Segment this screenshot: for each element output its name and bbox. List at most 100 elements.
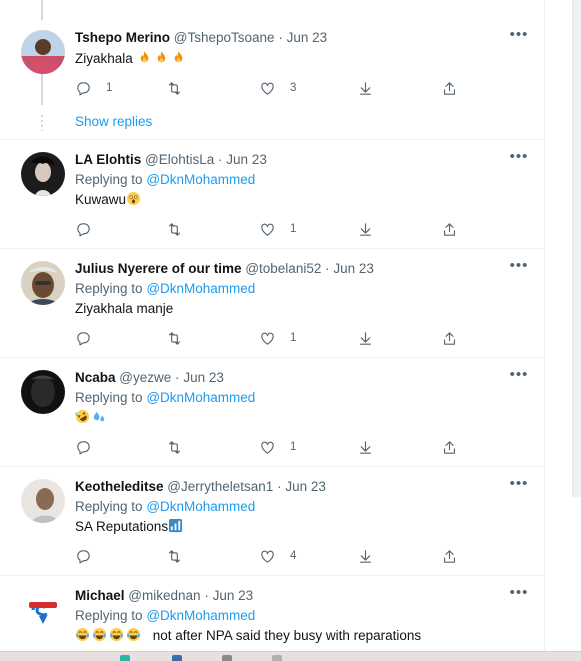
retweet-icon xyxy=(168,222,181,236)
display-name[interactable]: LA Elohtis xyxy=(75,152,141,167)
replying-to-handle[interactable]: @DknMohammed xyxy=(146,499,255,514)
tweet[interactable]: Ncaba @yezwe · Jun 23 ••• Replying to @D… xyxy=(0,358,544,467)
tweet-text: Ziyakhala manje xyxy=(75,299,173,319)
retweet-icon xyxy=(168,549,181,563)
more-options-icon[interactable]: ••• xyxy=(509,585,529,606)
share-icon xyxy=(443,331,456,345)
like-button[interactable]: 3 xyxy=(259,78,296,98)
avatar[interactable] xyxy=(21,30,65,74)
app-icon[interactable] xyxy=(272,655,282,661)
avatar[interactable] xyxy=(21,370,65,414)
avatar[interactable] xyxy=(21,588,65,632)
separator: · xyxy=(278,30,283,45)
tweet-date[interactable]: Jun 23 xyxy=(226,152,267,167)
reply-icon xyxy=(77,440,90,454)
display-name[interactable]: Keotheleditse xyxy=(75,479,164,494)
retweet-button[interactable] xyxy=(166,78,197,98)
download-icon xyxy=(359,222,372,236)
tweet[interactable]: Julius Nyerere of our time @tobelani52 ·… xyxy=(0,249,544,358)
app-icon[interactable] xyxy=(120,655,130,661)
tweet[interactable]: Keotheleditse @Jerrytheletsan1 · Jun 23 … xyxy=(0,467,544,576)
separator: · xyxy=(175,370,180,385)
display-name[interactable]: Tshepo Merino xyxy=(75,30,170,45)
tweet-header: Michael @mikednan · Jun 23 xyxy=(75,586,525,606)
app-icon[interactable] xyxy=(222,655,232,661)
tweet-text: Kuwawu xyxy=(75,190,143,210)
fire-emoji xyxy=(137,50,154,66)
replying-to-label: Replying to xyxy=(75,390,143,405)
tweet-date[interactable]: Jun 23 xyxy=(183,370,224,385)
replying-to-handle[interactable]: @DknMohammed xyxy=(146,608,255,623)
tweet-date[interactable]: Jun 23 xyxy=(213,588,254,603)
retweet-button[interactable] xyxy=(166,546,197,566)
avatar[interactable] xyxy=(21,261,65,305)
user-handle[interactable]: @Jerrytheletsan1 xyxy=(167,479,273,494)
reply-button[interactable] xyxy=(75,219,106,239)
reply-button[interactable]: 1 xyxy=(75,78,112,98)
show-replies-link[interactable]: Show replies xyxy=(75,114,152,129)
tweet-date[interactable]: Jun 23 xyxy=(333,261,374,276)
display-name[interactable]: Ncaba xyxy=(75,370,116,385)
retweet-button[interactable] xyxy=(166,328,197,348)
share-button[interactable] xyxy=(441,219,458,239)
share-button[interactable] xyxy=(441,78,458,98)
download-button[interactable] xyxy=(357,328,374,348)
user-handle[interactable]: @TshepoTsoane xyxy=(174,30,275,45)
download-button[interactable] xyxy=(357,546,374,566)
tweet-date[interactable]: Jun 23 xyxy=(287,30,328,45)
download-icon xyxy=(359,440,372,454)
more-options-icon[interactable]: ••• xyxy=(509,258,529,279)
like-button[interactable]: 4 xyxy=(259,546,296,566)
share-button[interactable] xyxy=(441,437,458,457)
more-options-icon[interactable]: ••• xyxy=(509,367,529,388)
more-options-icon[interactable]: ••• xyxy=(509,476,529,497)
avatar[interactable] xyxy=(21,152,65,196)
tweet-text-content: not after NPA said they busy with repara… xyxy=(152,628,422,643)
scrollbar[interactable] xyxy=(572,0,581,497)
tweet-date[interactable]: Jun 23 xyxy=(285,479,326,494)
fire-emoji xyxy=(154,50,171,66)
display-name[interactable]: Julius Nyerere of our time xyxy=(75,261,242,276)
tweet[interactable]: Tshepo Merino @TshepoTsoane · Jun 23 •••… xyxy=(0,20,544,107)
user-handle[interactable]: @tobelani52 xyxy=(245,261,321,276)
user-handle[interactable]: @mikednan xyxy=(128,588,200,603)
avatar[interactable] xyxy=(21,479,65,523)
more-options-icon[interactable]: ••• xyxy=(509,149,529,170)
like-icon xyxy=(261,441,274,454)
reply-button[interactable] xyxy=(75,328,106,348)
like-button[interactable]: 1 xyxy=(259,328,296,348)
like-icon xyxy=(261,550,274,563)
tweet-actions: 1 xyxy=(75,437,475,457)
reply-button[interactable] xyxy=(75,546,106,566)
reply-count: 1 xyxy=(106,82,113,94)
user-handle[interactable]: @yezwe xyxy=(119,370,171,385)
share-button[interactable] xyxy=(441,328,458,348)
user-handle[interactable]: @ElohtisLa xyxy=(145,152,214,167)
replying-to: Replying to @DknMohammed xyxy=(75,606,255,626)
chart-increasing-emoji xyxy=(168,518,185,534)
display-name[interactable]: Michael xyxy=(75,588,125,603)
conversation-timeline: Tshepo Merino @TshepoTsoane · Jun 23 •••… xyxy=(0,0,545,661)
like-count: 4 xyxy=(290,550,297,562)
replying-to-handle[interactable]: @DknMohammed xyxy=(146,172,255,187)
tweet[interactable]: LA Elohtis @ElohtisLa · Jun 23 ••• Reply… xyxy=(0,140,544,249)
download-button[interactable] xyxy=(357,78,374,98)
like-button[interactable]: 1 xyxy=(259,437,296,457)
replying-to-handle[interactable]: @DknMohammed xyxy=(146,390,255,405)
app-icon[interactable] xyxy=(172,655,182,661)
tears-of-joy-emoji xyxy=(126,627,143,643)
share-button[interactable] xyxy=(441,546,458,566)
retweet-button[interactable] xyxy=(166,219,197,239)
reply-button[interactable] xyxy=(75,437,106,457)
astonished-face-emoji xyxy=(126,191,143,207)
tweet-actions: 4 xyxy=(75,546,475,566)
like-button[interactable]: 1 xyxy=(259,219,296,239)
replying-to-handle[interactable]: @DknMohammed xyxy=(146,281,255,296)
retweet-button[interactable] xyxy=(166,437,197,457)
download-button[interactable] xyxy=(357,437,374,457)
like-icon xyxy=(261,332,274,345)
like-count: 3 xyxy=(290,82,297,94)
tweet[interactable]: Michael @mikednan · Jun 23 ••• Replying … xyxy=(0,576,544,661)
more-options-icon[interactable]: ••• xyxy=(509,27,529,48)
download-button[interactable] xyxy=(357,219,374,239)
